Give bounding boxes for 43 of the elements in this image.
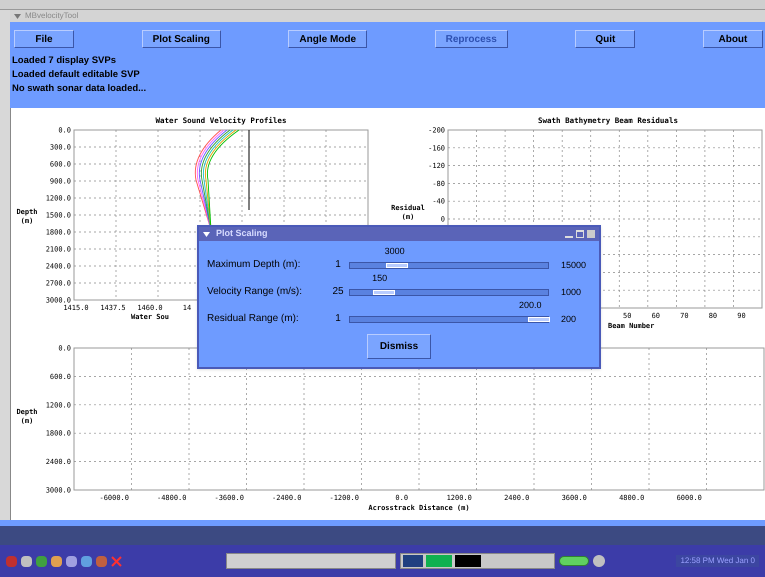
- status-message: No swath sonar data loaded...: [12, 82, 148, 95]
- dialog-title: Plot Scaling: [216, 227, 268, 240]
- status-message: Loaded 7 display SVPs: [12, 54, 118, 67]
- slider-min-value: 1: [334, 312, 342, 326]
- slider-min-value: 1: [334, 258, 342, 272]
- slider-max-value: 15000: [561, 258, 586, 272]
- slider-value: 150: [372, 272, 388, 285]
- slider-value: 200.0: [519, 299, 542, 312]
- slider-track[interactable]: [349, 262, 549, 269]
- slider-thumb[interactable]: [373, 290, 396, 295]
- volume-icon[interactable]: [593, 555, 605, 567]
- toolbar-button[interactable]: File: [14, 30, 74, 48]
- workspace-switcher[interactable]: [226, 553, 396, 569]
- status-message: Loaded default editable SVP: [12, 68, 141, 81]
- toolbar-button[interactable]: Quit: [575, 30, 636, 48]
- app-icon[interactable]: [21, 556, 32, 566]
- slider-min-value: 25: [331, 285, 345, 299]
- battery-icon: [559, 556, 589, 566]
- slider-label: Maximum Depth (m):: [207, 258, 302, 272]
- app-icon[interactable]: [36, 556, 47, 566]
- close-icon[interactable]: [111, 556, 122, 566]
- toolbar-button[interactable]: About: [702, 30, 763, 48]
- slider-track[interactable]: [349, 289, 549, 296]
- menu-icon[interactable]: [203, 232, 210, 236]
- slider-label: Residual Range (m):: [207, 312, 300, 326]
- toolbar-button[interactable]: Plot Scaling: [142, 30, 221, 48]
- slider-label: Velocity Range (m/s):: [207, 285, 304, 299]
- app-icon[interactable]: [51, 556, 62, 566]
- window-list[interactable]: [400, 553, 555, 569]
- slider-thumb[interactable]: [386, 263, 408, 268]
- app-icon[interactable]: [66, 556, 77, 566]
- dismiss-button[interactable]: Dismiss: [366, 334, 432, 359]
- slider-max-value: 200: [561, 312, 576, 326]
- slider-track[interactable]: [349, 316, 549, 323]
- slider-value: 3000: [384, 245, 405, 258]
- slider-max-value: 1000: [561, 286, 582, 298]
- app-icon[interactable]: [96, 556, 107, 566]
- window-title: MBvelocityTool: [25, 10, 78, 22]
- maximize-icon[interactable]: [576, 230, 584, 238]
- slider-thumb[interactable]: [528, 317, 550, 322]
- menu-icon[interactable]: [14, 14, 21, 18]
- toolbar-button[interactable]: Angle Mode: [288, 30, 368, 48]
- app-icon[interactable]: [81, 556, 92, 566]
